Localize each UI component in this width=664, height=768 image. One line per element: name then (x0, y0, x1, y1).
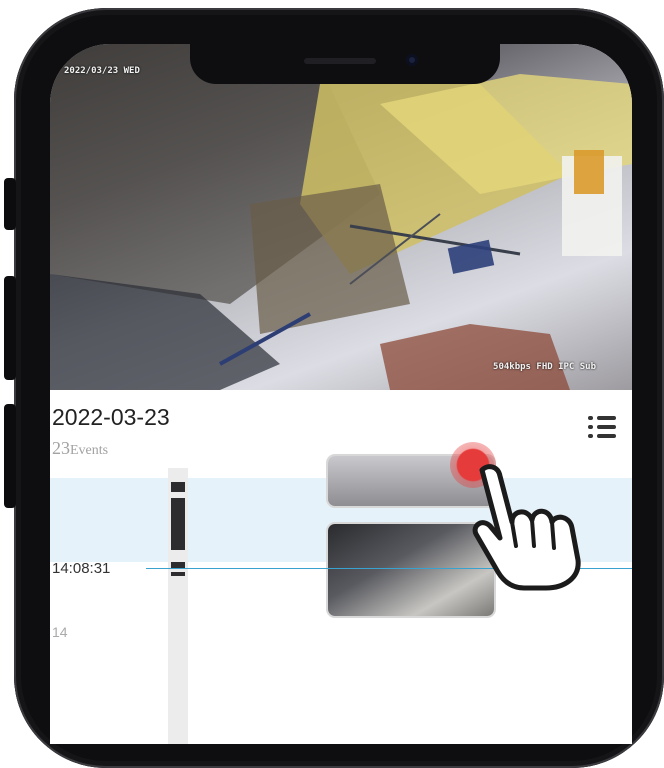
phone-notch (190, 44, 500, 84)
volume-up-button (4, 276, 16, 380)
list-icon[interactable] (588, 414, 616, 440)
volume-down-button (4, 404, 16, 508)
front-camera (406, 54, 418, 66)
timeline-event-segment[interactable] (171, 572, 185, 576)
live-video-view[interactable]: 2022/03/23 WED 504kbps FHD IPC Sub (50, 44, 632, 390)
event-date-title: 2022-03-23 (52, 404, 170, 430)
hour-marker-label: 14 (52, 624, 68, 640)
mute-switch (4, 178, 16, 230)
speaker-grille (304, 58, 376, 64)
video-datetime-overlay: 2022/03/23 WED (64, 66, 140, 76)
events-count-number: 23 (52, 438, 70, 458)
events-count: 23Events (52, 438, 108, 459)
video-frame-image (50, 44, 632, 390)
timeline-event-segment[interactable] (171, 482, 185, 492)
timeline-event-segment[interactable] (171, 498, 185, 550)
current-time-label: 14:08:31 (52, 560, 111, 577)
tap-hand-icon (472, 464, 581, 591)
phone-screen: 2022/03/23 WED 504kbps FHD IPC Sub 2022-… (50, 44, 632, 744)
stream-info-overlay: 504kbps FHD IPC Sub (493, 362, 596, 372)
events-count-label: Events (70, 443, 109, 458)
